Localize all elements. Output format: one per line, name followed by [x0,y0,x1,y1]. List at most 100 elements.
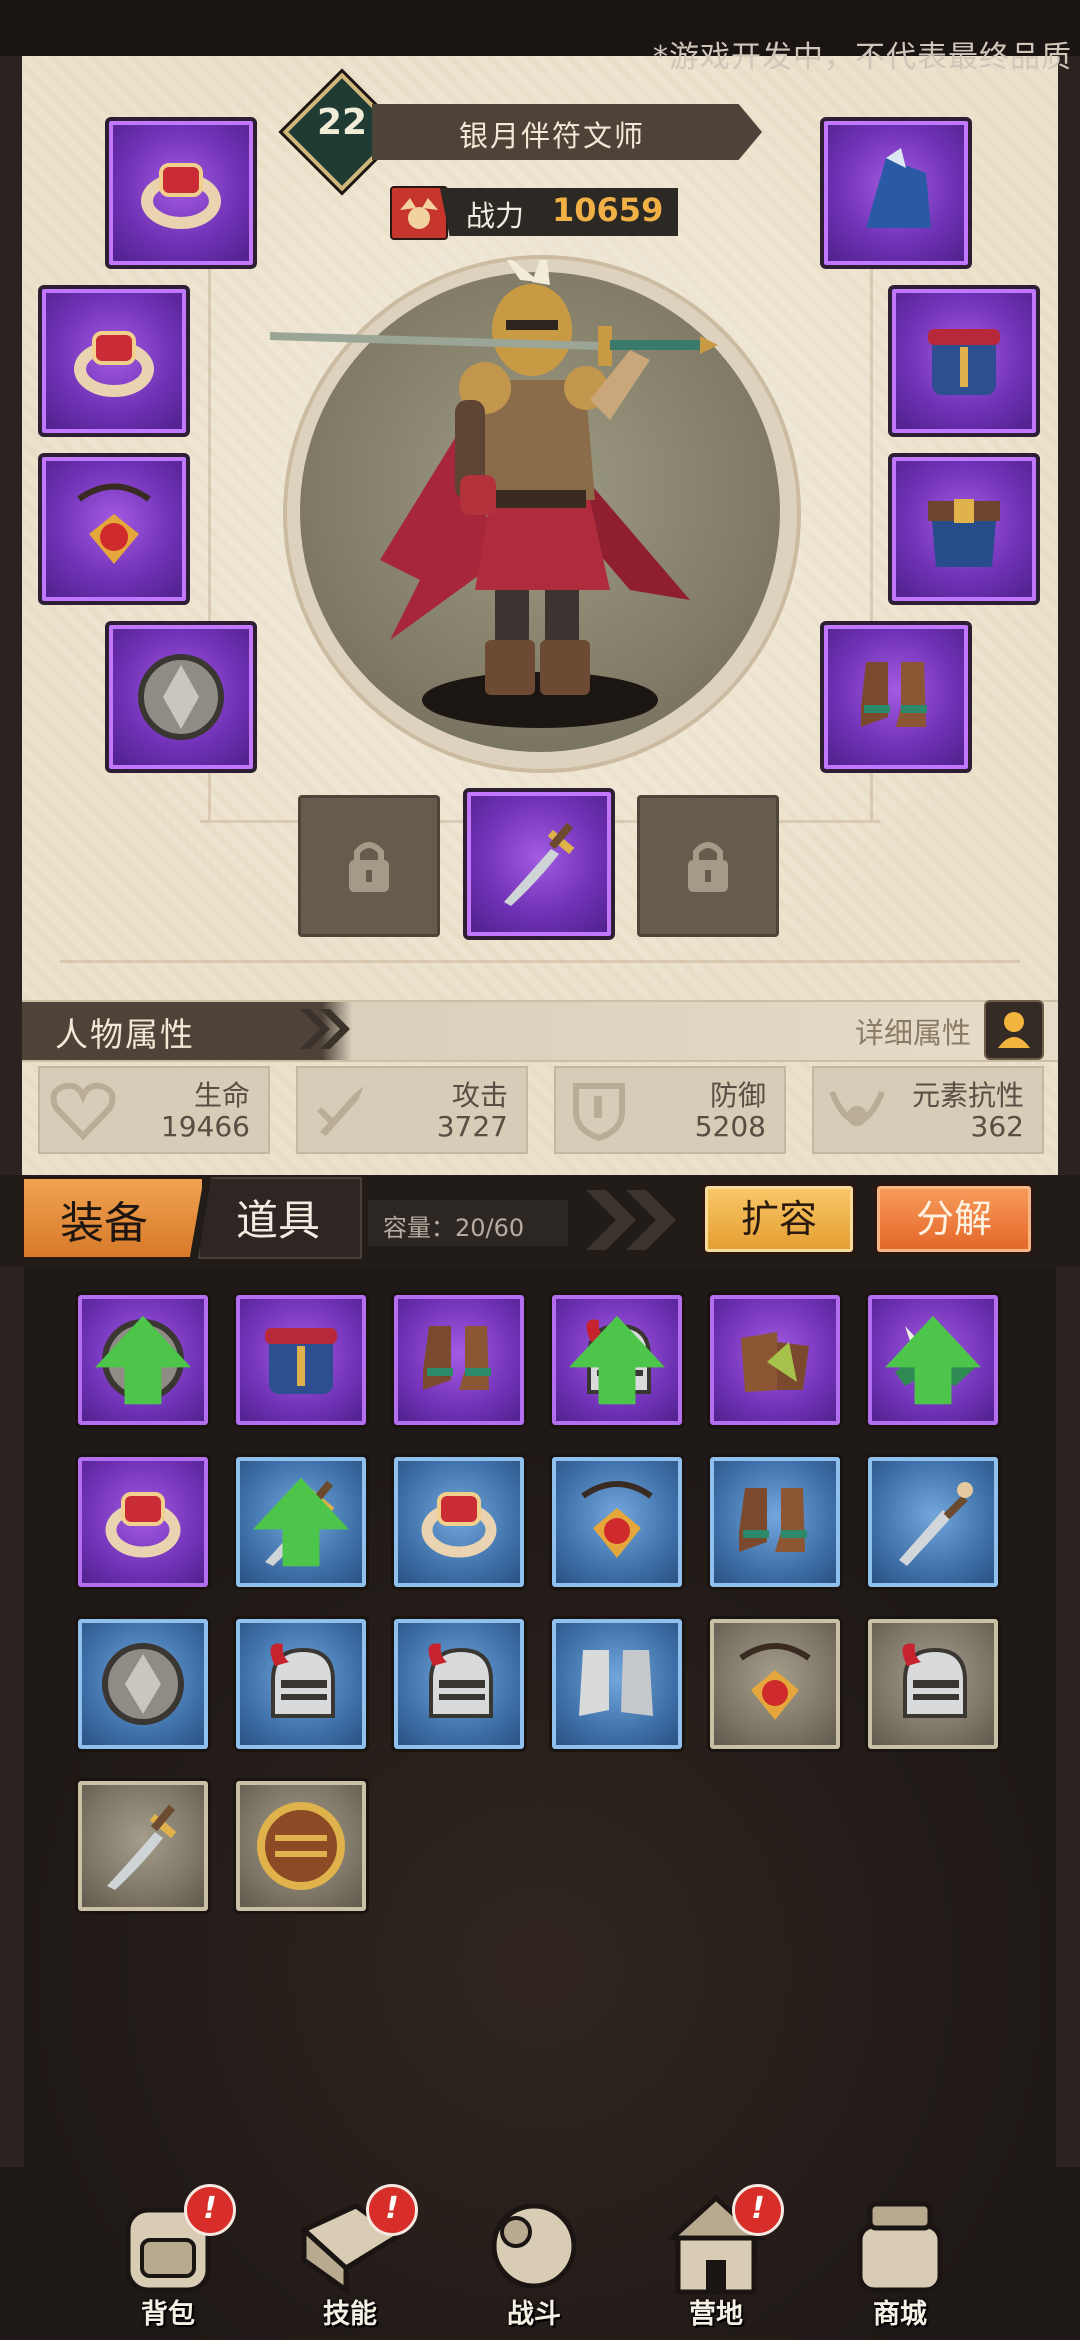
stat-element-value: 362 [970,1110,1024,1143]
tab-equipment-label[interactable]: 装备 [60,1187,148,1251]
amulet-icon [569,1474,665,1570]
short-sword-icon [899,1482,973,1566]
equip-slot-amulet[interactable] [38,453,190,605]
dev-disclaimer: *游戏开发中，不代表最终品质 [653,40,1072,75]
nav-backpack[interactable]: ! 背包 [98,2184,238,2340]
inventory-item[interactable] [75,1454,211,1590]
nav-shop[interactable]: 商城 [830,2190,970,2340]
nav-skills-label[interactable]: 技能 [280,2292,420,2331]
equip-slot-boots[interactable] [820,621,972,773]
stat-element-label: 元素抗性 [911,1079,1024,1112]
detailed-attributes-link[interactable]: 详细属性 [855,1010,971,1052]
equip-slot-chest[interactable] [888,285,1040,437]
boots-icon [423,1326,491,1390]
tab-divider-ornament [586,1190,676,1250]
sword-icon [504,822,575,906]
nav-camp-label[interactable]: 营地 [646,2292,786,2331]
locked-slot-left[interactable] [298,795,440,937]
nav-skills[interactable]: ! 技能 [280,2184,420,2340]
stat-attack-value: 3727 [436,1110,508,1143]
inventory-item[interactable] [75,1616,211,1752]
shield-icon [138,654,224,740]
sword-attack-icon [317,1086,364,1136]
expand-capacity-button[interactable]: 扩容 [702,1183,856,1255]
stat-attack-label: 攻击 [451,1079,508,1112]
power-value: 10659 [552,191,664,229]
inventory-item[interactable] [391,1616,527,1752]
hood-icon [866,148,931,228]
chest-armor-icon [928,329,1000,395]
sword-icon [107,1804,177,1890]
inventory-border-left [0,1267,24,2167]
equip-slot-belt[interactable] [888,453,1040,605]
upgrade-arrow-icon [95,1315,191,1405]
upgrade-arrow-icon [569,1315,665,1405]
alert-badge: ! [732,2184,784,2236]
equip-slot-ring-1[interactable] [105,117,257,269]
inventory-item[interactable] [233,1454,369,1590]
upgrade-arrow-icon [253,1477,349,1567]
shield-icon [95,1636,191,1732]
inventory-item[interactable] [865,1616,1001,1752]
hero-character-art[interactable] [270,260,790,730]
equip-slot-shield[interactable] [105,621,257,773]
inventory-item[interactable] [549,1454,685,1590]
nav-shop-label[interactable]: 商城 [830,2292,970,2331]
inventory-item[interactable] [233,1616,369,1752]
detailed-attributes-button[interactable] [984,1000,1044,1060]
stat-defense: 防御 5208 [554,1066,786,1154]
chest-armor-icon [265,1328,337,1394]
lock-icon [688,842,728,892]
upgrade-arrow-icon [885,1315,981,1405]
helmet-icon [900,1641,967,1718]
tab-items-label[interactable]: 道具 [236,1187,320,1248]
attributes-title: 人物属性 [55,1015,195,1054]
decorative-line [60,960,1020,963]
person-icon [998,1012,1030,1048]
stat-defense-value: 5208 [694,1110,766,1143]
alert-badge: ! [184,2184,236,2236]
ring-icon [141,163,221,229]
inventory-item[interactable] [549,1616,685,1752]
equip-slot-hood[interactable] [820,117,972,269]
inventory-capacity: 容量：20/60 [383,1214,525,1242]
alert-badge: ! [366,2184,418,2236]
inventory-item[interactable] [865,1454,1001,1590]
round-shield-icon [253,1798,349,1894]
inventory-item[interactable] [75,1292,211,1428]
power-label: 战力 [466,199,525,233]
ring-icon [411,1474,507,1570]
locked-slot-right[interactable] [637,795,779,937]
panel-frame-right [1058,56,1080,1176]
equip-slot-weapon[interactable] [463,788,615,940]
nav-camp[interactable]: ! 营地 [646,2184,786,2340]
helmet-icon [268,1641,335,1718]
stat-attack: 攻击 3727 [296,1066,528,1154]
nav-battle[interactable]: 战斗 [464,2190,604,2340]
element-icon [829,1090,885,1126]
lock-icon [349,842,389,892]
inventory-item[interactable] [865,1292,1001,1428]
shield-defense-icon [573,1083,625,1142]
equip-slot-ring-2[interactable] [38,285,190,437]
decompose-button[interactable]: 分解 [874,1183,1034,1255]
inventory-item[interactable] [707,1454,843,1590]
inventory-item[interactable] [233,1778,369,1914]
inventory-item[interactable] [549,1292,685,1428]
battle-icon [491,2203,577,2289]
inventory-item[interactable] [707,1616,843,1752]
inventory-border-right [1056,1267,1080,2167]
hero-name: 银月伴符文师 [458,119,645,153]
stat-health: 生命 19466 [38,1066,270,1154]
helmet-icon [426,1641,493,1718]
inventory-item[interactable] [75,1778,211,1914]
amulet-icon [77,483,151,564]
inventory-item[interactable] [707,1292,843,1428]
nav-backpack-label[interactable]: 背包 [98,2292,238,2331]
nav-battle-label[interactable]: 战斗 [464,2292,604,2331]
ring-icon [74,331,154,397]
gloves-icon [741,1332,809,1392]
inventory-item[interactable] [391,1292,527,1428]
inventory-item[interactable] [391,1454,527,1590]
inventory-item[interactable] [233,1292,369,1428]
